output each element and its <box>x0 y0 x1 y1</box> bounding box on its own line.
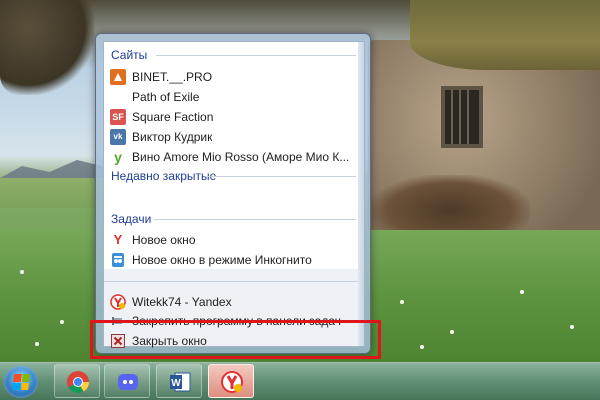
thatched-roof <box>410 0 600 70</box>
site-item-label: Виктор Кудрик <box>132 129 213 144</box>
dry-brush <box>370 175 530 235</box>
taskbar-chrome-button[interactable] <box>54 364 100 398</box>
jump-list-scrollbar[interactable] <box>358 42 364 346</box>
site-item-label: BINET.__.PRO <box>132 69 213 84</box>
discord-icon <box>118 374 138 390</box>
svg-text:W: W <box>171 378 181 389</box>
sf-icon: SF <box>110 108 126 125</box>
yandex-browser-icon <box>110 293 126 310</box>
task-item-label: Новое окно в режиме Инкогнито <box>132 252 312 267</box>
site-item-label: Path of Exile <box>132 89 200 104</box>
far-field <box>0 178 110 208</box>
actions-divider <box>104 281 358 282</box>
cottage-window <box>441 86 483 148</box>
taskbar-word-button[interactable]: W <box>156 364 202 398</box>
word-icon: W <box>170 372 191 392</box>
task-new-window[interactable]: Y Новое окно <box>110 230 360 249</box>
taskbar-yandex-button[interactable] <box>208 364 254 398</box>
site-item-label: Square Faction <box>132 109 214 124</box>
yandex-y-icon: Y <box>113 232 123 247</box>
section-divider <box>207 176 356 177</box>
yandex-browser-icon <box>221 371 243 393</box>
site-item-square-faction[interactable]: SF Square Faction <box>110 107 360 126</box>
section-divider <box>154 219 356 220</box>
task-item-label: Новое окно <box>132 232 196 247</box>
app-item-yandex-window[interactable]: Witekk74 - Yandex <box>110 292 360 311</box>
section-divider <box>156 55 356 56</box>
sites-section-header: Сайты <box>111 48 148 62</box>
red-highlight-box <box>90 320 381 359</box>
tasks-section-header: Задачи <box>111 212 152 226</box>
site-item-binet[interactable]: BINET.__.PRO <box>110 67 360 86</box>
recent-closed-header[interactable]: Недавно закрытые <box>111 169 216 183</box>
taskbar-discord-button[interactable] <box>104 364 150 398</box>
windows-logo-icon <box>12 374 30 390</box>
tree-foliage <box>0 0 95 95</box>
site-item-vk[interactable]: vk Виктор Кудрик <box>110 127 360 146</box>
site-item-path-of-exile[interactable]: Path of Exile <box>110 87 360 106</box>
start-button[interactable] <box>4 366 38 398</box>
incognito-icon <box>110 252 126 268</box>
site-item-wine[interactable]: y Вино Amore Mio Rosso (Аморе Мио К... <box>110 147 360 166</box>
jump-list-panel: Сайты BINET.__.PRO Path of Exile SF Squa… <box>103 41 365 348</box>
binet-icon <box>110 68 126 85</box>
app-item-label: Witekk74 - Yandex <box>132 294 232 309</box>
chrome-icon <box>67 371 89 393</box>
site-item-label: Вино Amore Mio Rosso (Аморе Мио К... <box>132 149 350 164</box>
y-green-icon: y <box>114 148 122 165</box>
taskbar-jump-list: Сайты BINET.__.PRO Path of Exile SF Squa… <box>95 33 371 354</box>
vk-icon: vk <box>110 128 126 145</box>
task-incognito-window[interactable]: Новое окно в режиме Инкогнито <box>110 250 360 269</box>
